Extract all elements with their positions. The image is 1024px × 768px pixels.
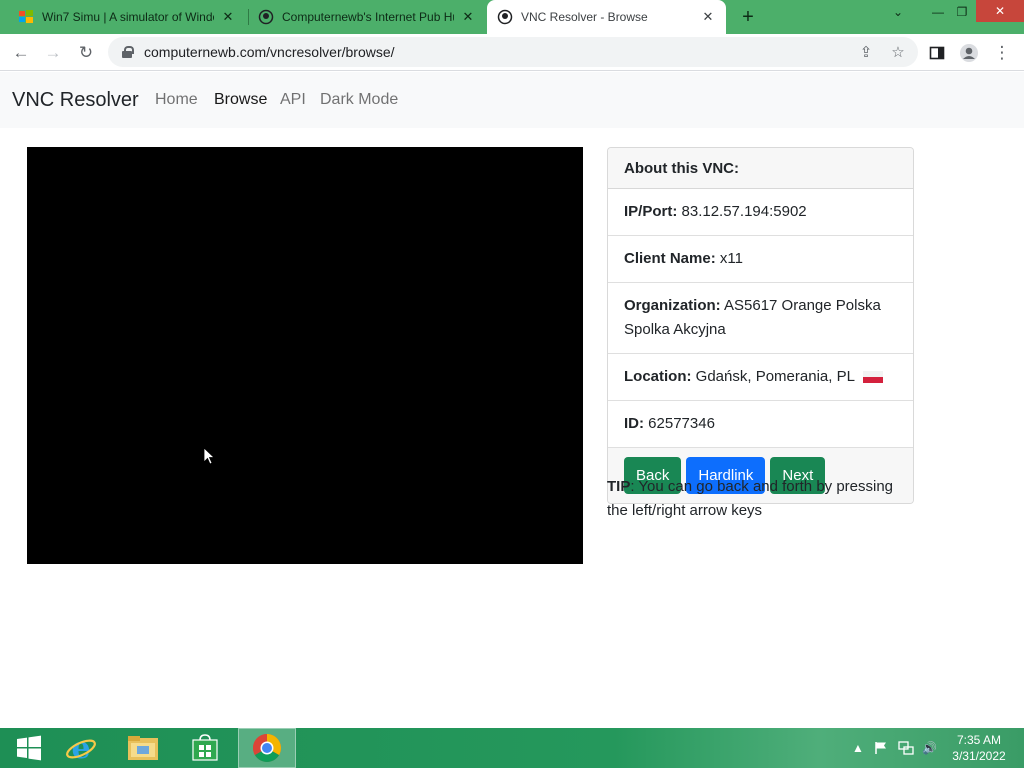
window-close-button[interactable]: ✕ [976, 0, 1024, 22]
tab-title: Computernewb's Internet Pub Hub [282, 10, 454, 24]
tab-vnc-resolver[interactable]: VNC Resolver - Browse ✕ [487, 0, 726, 34]
client-name-row: Client Name: x11 [608, 236, 913, 283]
share-icon[interactable]: ⇪ [856, 42, 876, 62]
tip-text: TIP: You can go back and forth by pressi… [607, 475, 917, 523]
ip-port-label: IP/Port: [624, 203, 678, 220]
close-tab-icon[interactable]: ✕ [700, 9, 716, 25]
organization-row: Organization: AS5617 Orange Polska Spolk… [608, 283, 913, 354]
client-name-value: x11 [719, 250, 743, 267]
browser-toolbar: ← → ↻ computernewb.com/vncresolver/brows… [0, 34, 1024, 71]
nav-link-browse[interactable]: Browse [214, 91, 267, 109]
nav-link-home[interactable]: Home [155, 91, 198, 109]
clock-time: 7:35 AM [956, 733, 1002, 747]
client-name-label: Client Name: [624, 250, 716, 267]
svg-text:e: e [71, 732, 90, 764]
vnc-screenshot [27, 147, 583, 564]
side-panel-icon[interactable] [924, 40, 950, 66]
ip-port-row: IP/Port: 83.12.57.194:5902 [608, 189, 913, 236]
start-button[interactable] [0, 728, 58, 768]
ip-port-value: 83.12.57.194:5902 [681, 203, 807, 220]
organization-label: Organization: [624, 297, 721, 314]
nav-link-api[interactable]: API [280, 91, 306, 109]
location-value: Gdańsk, Pomerania, PL [695, 368, 855, 385]
show-hidden-icons-icon[interactable]: ▲ [852, 728, 864, 768]
site-navbar: VNC Resolver Home Browse API Dark Mode [0, 72, 1024, 128]
id-row: ID: 62577346 [608, 401, 913, 448]
windows-store-icon[interactable] [176, 728, 234, 768]
restore-button[interactable]: ❐ [946, 0, 978, 24]
browser-tab-strip: Win7 Simu | A simulator of Windows ✕ Com… [0, 0, 1024, 34]
reload-icon[interactable]: ↻ [73, 40, 99, 66]
windows-start-icon [17, 735, 41, 761]
action-center-flag-icon[interactable] [874, 728, 888, 768]
site-brand[interactable]: VNC Resolver [12, 89, 139, 112]
menu-kebab-icon[interactable]: ⋮ [989, 40, 1015, 66]
tab-search-icon[interactable]: ⌄ [882, 0, 914, 24]
card-header: About this VNC: [608, 148, 913, 189]
lock-icon[interactable] [122, 46, 134, 58]
pub-icon [258, 9, 274, 25]
id-value: 62577346 [648, 415, 715, 432]
address-bar[interactable]: computernewb.com/vncresolver/browse/ ⇪ ☆ [108, 37, 918, 67]
back-arrow-icon[interactable]: ← [8, 40, 34, 66]
close-tab-icon[interactable]: ✕ [220, 9, 236, 25]
chrome-taskbar-icon[interactable] [238, 728, 296, 768]
tip-body: : You can go back and forth by pressing … [607, 478, 894, 519]
url-text[interactable]: computernewb.com/vncresolver/browse/ [144, 44, 395, 60]
forward-arrow-icon[interactable]: → [40, 40, 66, 66]
mouse-cursor-icon [203, 447, 215, 465]
windows-logo-icon [18, 9, 34, 25]
tip-label: TIP [607, 478, 631, 495]
tab-win7-simu[interactable]: Win7 Simu | A simulator of Windows ✕ [8, 0, 246, 34]
location-label: Location: [624, 368, 692, 385]
bookmark-star-icon[interactable]: ☆ [888, 42, 908, 62]
network-icon[interactable] [898, 728, 914, 768]
about-vnc-card: About this VNC: IP/Port: 83.12.57.194:59… [607, 147, 914, 504]
new-tab-button[interactable]: + [736, 5, 760, 29]
pub-icon [497, 9, 513, 25]
poland-flag-icon [862, 371, 883, 383]
id-label: ID: [624, 415, 644, 432]
file-explorer-icon[interactable] [114, 728, 172, 768]
location-row: Location: Gdańsk, Pomerania, PL [608, 354, 913, 401]
tab-internet-pub-hub[interactable]: Computernewb's Internet Pub Hub ✕ [248, 0, 486, 34]
volume-icon[interactable]: 🔊 [922, 728, 937, 768]
clock-date: 3/31/2022 [952, 749, 1006, 763]
profile-avatar-icon[interactable] [956, 40, 982, 66]
internet-explorer-icon[interactable]: e [52, 728, 110, 768]
taskbar-clock[interactable]: 7:35 AM 3/31/2022 [946, 732, 1012, 764]
nav-link-dark-mode[interactable]: Dark Mode [320, 91, 398, 109]
tab-title: VNC Resolver - Browse [521, 10, 648, 24]
tab-title: Win7 Simu | A simulator of Windows [42, 10, 214, 24]
close-tab-icon[interactable]: ✕ [460, 9, 476, 25]
windows-taskbar: e ▲ 🔊 7:35 AM 3/31/2022 [0, 728, 1024, 768]
